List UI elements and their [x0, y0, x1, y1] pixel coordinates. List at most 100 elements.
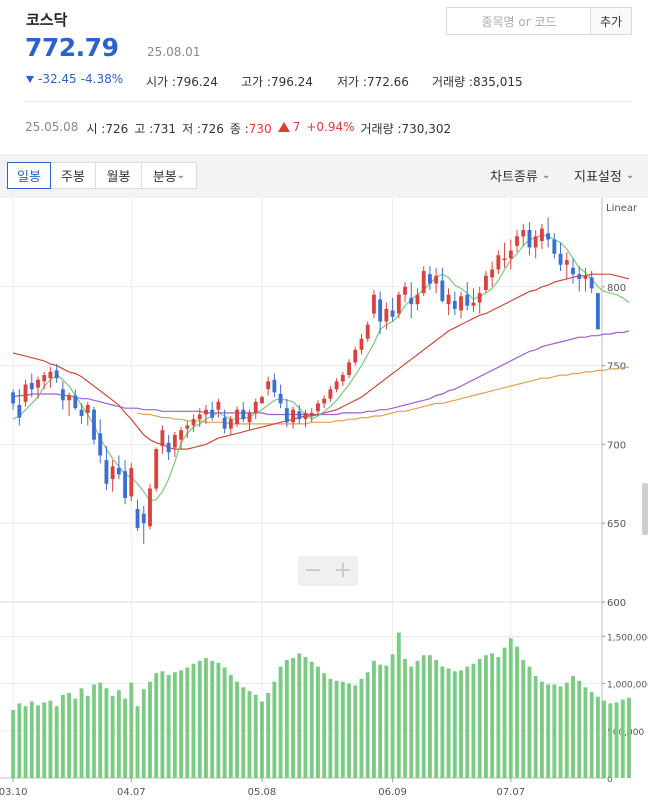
- scrollbar-thumb[interactable]: [642, 483, 648, 535]
- daily-change: 7: [277, 120, 300, 137]
- volume-bar: [235, 681, 239, 778]
- candle-down: [297, 411, 302, 420]
- y-tick-label: 650: [607, 519, 626, 530]
- daily-close: 종 :730: [229, 122, 272, 136]
- candle-up: [446, 294, 451, 305]
- candle-down: [241, 409, 246, 420]
- volume-bar: [521, 659, 526, 778]
- candle-up: [67, 395, 72, 401]
- volume-bar: [459, 670, 463, 778]
- candle-up: [490, 269, 495, 278]
- daily-date: 25.05.08: [25, 120, 79, 134]
- candle-up: [129, 468, 134, 497]
- candle-down: [390, 310, 395, 317]
- candle-down: [210, 409, 215, 418]
- chart-type-label: 차트종류: [490, 170, 538, 185]
- add-button[interactable]: 추가: [590, 7, 632, 35]
- candle-down: [73, 395, 78, 409]
- volume-bar: [191, 663, 196, 778]
- volume-bar: [571, 676, 575, 778]
- candle-down: [141, 513, 146, 524]
- candle-down: [104, 460, 109, 484]
- volume-bar: [185, 667, 190, 778]
- low-stat: 저가 :772.66: [337, 73, 409, 90]
- candle-up: [477, 293, 482, 303]
- volume-bar: [496, 657, 501, 778]
- volume-bar: [135, 706, 140, 778]
- candle-up: [148, 488, 152, 527]
- volume-value: 835,015: [472, 75, 523, 89]
- candle-up: [309, 412, 314, 417]
- chart-type-button[interactable]: 차트종류 ⌄: [490, 166, 550, 185]
- volume-tick-label: 500,000: [607, 728, 644, 738]
- chart-area[interactable]: Linear8007507006506001,500,0001,000,0005…: [0, 198, 648, 809]
- indicator-settings-button[interactable]: 지표설정 ⌄: [574, 166, 634, 185]
- candle-up: [85, 405, 90, 413]
- tab-minute[interactable]: 분봉 ⌄: [141, 162, 197, 189]
- x-tick-label: 04.07: [117, 787, 146, 798]
- candle-down: [527, 230, 532, 248]
- candle-up: [502, 258, 507, 261]
- volume-bar: [166, 675, 171, 778]
- candle-up: [303, 412, 308, 420]
- volume-bar: [627, 697, 631, 778]
- daily-open: 시 :726: [86, 122, 129, 136]
- volume-bar: [328, 678, 333, 778]
- price-chart-svg[interactable]: Linear8007507006506001,500,0001,000,0005…: [0, 198, 648, 809]
- candle-up: [533, 236, 538, 248]
- volume-bar: [608, 703, 613, 778]
- volume-bar: [17, 703, 22, 778]
- candle-down: [278, 393, 283, 404]
- candle-up: [247, 412, 252, 423]
- volume-bar: [54, 706, 59, 778]
- volume-bar: [502, 647, 507, 778]
- candle-up: [347, 362, 351, 376]
- chevron-down-icon: ⌄: [625, 170, 635, 181]
- volume-bar: [92, 684, 96, 778]
- candle-up: [415, 294, 420, 305]
- volume-bar: [11, 710, 16, 778]
- y-tick-label: 800: [607, 283, 626, 294]
- tab-daily[interactable]: 일봉: [7, 162, 51, 189]
- candle-up: [322, 398, 327, 404]
- tab-monthly[interactable]: 월봉: [95, 162, 142, 189]
- volume-bar: [297, 653, 302, 778]
- search-input[interactable]: 종목명 or 코드: [446, 7, 591, 35]
- volume-bar: [602, 700, 607, 778]
- volume-bar: [564, 682, 569, 778]
- up-arrow-icon: [277, 122, 290, 132]
- indicator-label: 지표설정: [574, 170, 622, 185]
- candle-up: [179, 430, 184, 440]
- volume-bar: [409, 666, 414, 778]
- candle-down: [222, 417, 227, 429]
- volume-bar: [260, 701, 264, 778]
- volume-bar: [172, 672, 177, 778]
- volume-bar: [291, 658, 295, 778]
- volume-bar: [228, 675, 233, 778]
- candle-down: [166, 442, 171, 453]
- candle-up: [403, 286, 407, 295]
- candle-up: [521, 230, 526, 237]
- open-stat: 시가 :796.24: [146, 73, 218, 90]
- candle-down: [558, 253, 563, 265]
- volume-bar: [85, 695, 90, 778]
- y-tick-label: 700: [607, 440, 626, 451]
- zoom-out-button[interactable]: −: [304, 560, 322, 582]
- daily-info-row: 25.05.08 시 :726 고 :731 저 :726 종 :730 7 +…: [25, 120, 451, 137]
- zoom-in-button[interactable]: +: [334, 560, 352, 582]
- volume-bar: [216, 662, 221, 778]
- volume-bar: [29, 701, 34, 778]
- candle-up: [216, 401, 221, 410]
- daily-volume: 거래량 :730,302: [360, 122, 452, 136]
- volume-bar: [353, 685, 358, 778]
- volume-bar: [110, 695, 115, 778]
- candle-up: [316, 403, 320, 412]
- volume-bar: [154, 673, 159, 778]
- candle-down: [409, 297, 414, 305]
- volume-bar: [79, 688, 84, 778]
- candle-down: [98, 433, 103, 456]
- volume-bar: [558, 686, 563, 778]
- ma60-line: [12, 330, 630, 416]
- candle-up: [110, 466, 115, 480]
- tab-weekly[interactable]: 주봉: [50, 162, 96, 189]
